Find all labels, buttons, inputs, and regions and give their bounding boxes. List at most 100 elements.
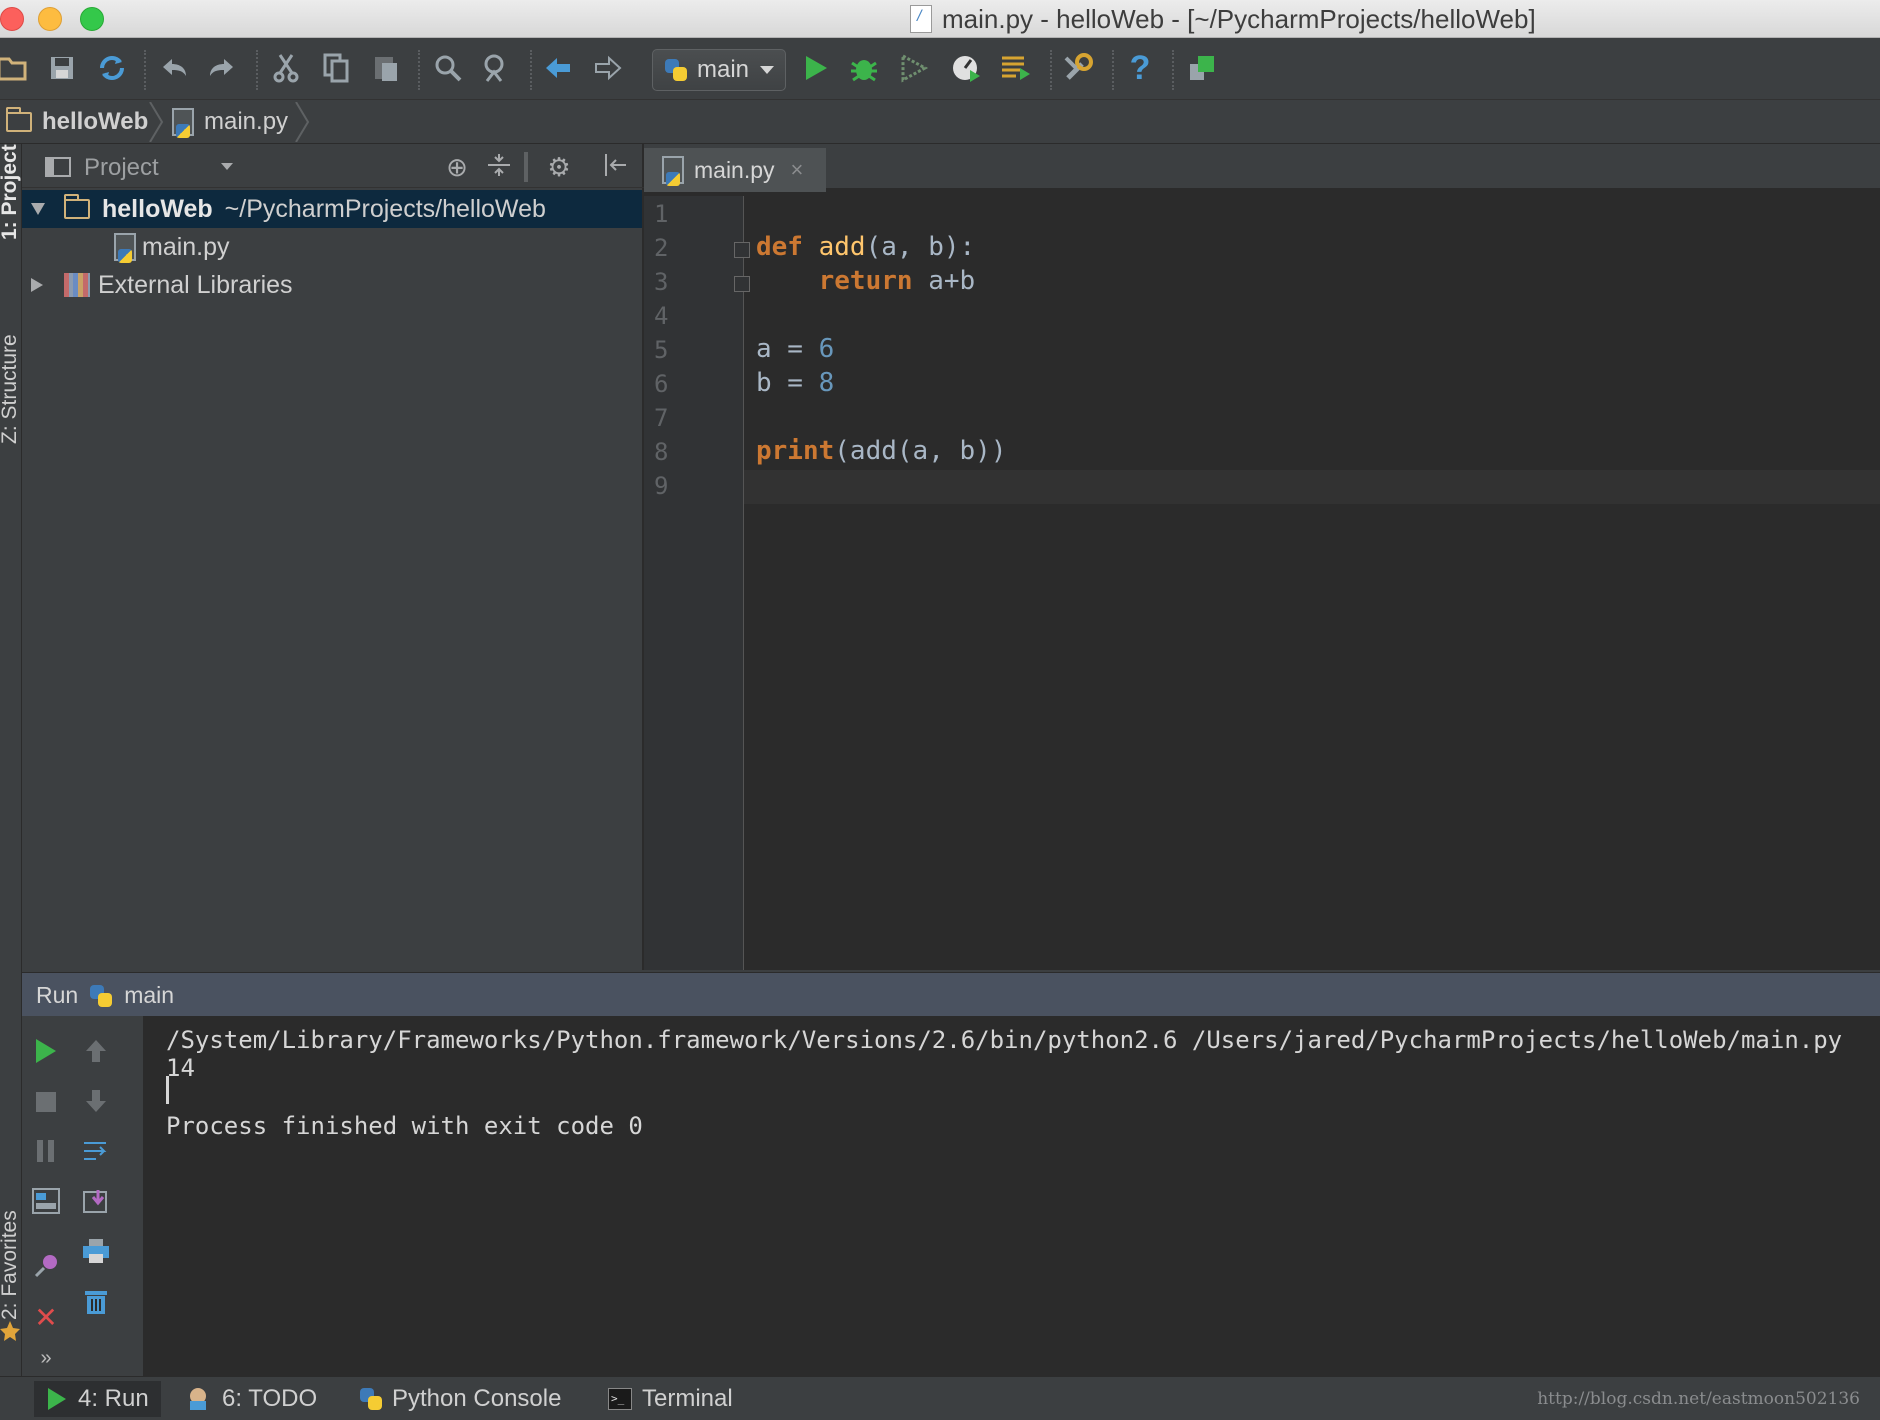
sync-icon[interactable]: [94, 50, 130, 86]
more-icon[interactable]: »: [30, 1342, 62, 1374]
run-tasks-icon[interactable]: [998, 50, 1034, 86]
line-number: 3: [654, 268, 669, 296]
restore-layout-icon[interactable]: [30, 1188, 62, 1220]
tab-terminal[interactable]: >_ Terminal: [608, 1381, 733, 1417]
undo-icon[interactable]: [156, 50, 192, 86]
cut-icon[interactable]: [268, 50, 304, 86]
code-line: def add(a, b):: [756, 232, 976, 262]
minimize-window-button[interactable]: [38, 7, 62, 31]
line-number: 6: [654, 370, 669, 398]
console-line-output: 14: [166, 1054, 195, 1082]
pin-icon[interactable]: [30, 1252, 62, 1284]
watermark: http://blog.csdn.net/eastmoon502136: [1537, 1389, 1860, 1409]
settings-icon[interactable]: [1060, 50, 1096, 86]
scroll-to-end-icon[interactable]: [80, 1188, 112, 1220]
close-icon[interactable]: ✕: [30, 1302, 62, 1334]
tree-item-external-libraries[interactable]: External Libraries: [22, 266, 642, 304]
close-tab-icon[interactable]: ×: [791, 157, 804, 183]
python-file-icon: [172, 108, 194, 138]
tree-root-name: helloWeb: [102, 194, 213, 223]
line-number: 5: [654, 336, 669, 364]
expand-arrow-icon[interactable]: [30, 202, 46, 216]
run-panel-header: Run main: [22, 972, 1880, 1016]
python-file-icon: [662, 156, 684, 186]
collapse-all-icon[interactable]: [484, 152, 514, 182]
toolbar-separator: [524, 152, 528, 182]
forward-icon[interactable]: [590, 50, 626, 86]
chevron-down-icon[interactable]: [220, 162, 234, 172]
maximize-window-button[interactable]: [80, 7, 104, 31]
fold-marker-icon[interactable]: [734, 242, 750, 258]
tool-window-bar: 4: Run 6: TODO Python Console >_ Termina…: [0, 1376, 1880, 1420]
close-window-button[interactable]: [0, 7, 24, 31]
expand-arrow-icon[interactable]: [30, 277, 44, 293]
tab-project-vertical[interactable]: 1: Project: [0, 144, 22, 240]
run-config-name: main: [124, 982, 175, 1008]
python-icon: [90, 984, 113, 1007]
line-number: 1: [654, 200, 669, 228]
toolbar-separator: [1050, 50, 1052, 90]
breadcrumb-project[interactable]: helloWeb: [6, 106, 148, 138]
debug-icon[interactable]: [846, 50, 882, 86]
vcs-icon[interactable]: [1184, 50, 1220, 86]
hide-panel-icon[interactable]: [600, 152, 630, 182]
console-line-exit: Process finished with exit code 0: [166, 1112, 643, 1140]
breadcrumb-project-label: helloWeb: [42, 108, 149, 135]
line-number: 9: [654, 472, 669, 500]
soft-wrap-icon[interactable]: [80, 1138, 112, 1170]
code-area[interactable]: def add(a, b): return a+b a = 6 b = 8 pr…: [756, 196, 1880, 970]
tree-item-root[interactable]: helloWeb ~/PycharmProjects/helloWeb: [22, 190, 642, 228]
up-arrow-icon[interactable]: [80, 1038, 112, 1070]
tree-item-main-py[interactable]: main.py: [22, 228, 642, 266]
tab-python-console-label: Python Console: [392, 1385, 562, 1412]
redo-icon[interactable]: [204, 50, 240, 86]
project-panel-header: Project ⊕ ⚙: [22, 144, 644, 188]
terminal-icon: >_: [608, 1388, 632, 1410]
console-output[interactable]: /System/Library/Frameworks/Python.framew…: [144, 1016, 1880, 1376]
replace-icon[interactable]: [478, 50, 514, 86]
line-number: 2: [654, 234, 669, 262]
tab-python-console[interactable]: Python Console: [360, 1381, 561, 1417]
line-number-gutter: 1 2 3 4 5 6 7 8 9: [644, 196, 750, 970]
run-icon: [48, 1388, 66, 1410]
profile-icon[interactable]: [948, 50, 984, 86]
project-view-selector[interactable]: Project: [84, 154, 159, 182]
breadcrumb-separator-icon: [295, 102, 310, 142]
run-panel-title: Run main: [36, 982, 174, 1009]
star-icon: [0, 1321, 20, 1341]
locate-icon[interactable]: ⊕: [442, 152, 472, 182]
breadcrumb-separator-icon: [149, 102, 164, 142]
tab-main-py[interactable]: main.py ×: [644, 148, 826, 192]
tab-favorites-vertical[interactable]: 2: Favorites: [0, 1210, 22, 1320]
library-icon: [64, 273, 90, 297]
paste-icon[interactable]: [368, 50, 404, 86]
copy-icon[interactable]: [318, 50, 354, 86]
tab-structure-vertical[interactable]: Z: Structure: [0, 334, 22, 444]
folder-icon: [6, 107, 32, 132]
fold-marker-icon[interactable]: [734, 276, 750, 292]
project-panel: Project ⊕ ⚙ helloWeb ~/PycharmProjects/h…: [22, 144, 644, 970]
stop-icon[interactable]: [30, 1088, 62, 1120]
line-number: 7: [654, 404, 669, 432]
line-number: 4: [654, 302, 669, 330]
help-icon[interactable]: ?: [1122, 50, 1158, 86]
rerun-icon[interactable]: [30, 1038, 62, 1070]
save-icon[interactable]: [44, 50, 80, 86]
tab-run[interactable]: 4: Run: [34, 1381, 161, 1417]
python-icon: [665, 59, 687, 81]
toolbar-separator: [1112, 50, 1114, 90]
run-icon[interactable]: [798, 50, 834, 86]
coverage-icon[interactable]: [896, 50, 932, 86]
print-icon[interactable]: [80, 1238, 112, 1270]
down-arrow-icon[interactable]: [80, 1088, 112, 1120]
run-configuration-dropdown[interactable]: main: [652, 49, 786, 91]
back-icon[interactable]: [540, 50, 576, 86]
open-folder-icon[interactable]: [0, 50, 30, 86]
tab-todo[interactable]: 6: TODO: [186, 1381, 317, 1417]
run-panel-toolbar: ✕ »: [22, 1016, 144, 1376]
breadcrumb-file[interactable]: main.py: [172, 106, 288, 138]
pause-icon[interactable]: [30, 1138, 62, 1170]
trash-icon[interactable]: [80, 1288, 112, 1320]
gear-icon[interactable]: ⚙: [544, 152, 574, 182]
find-icon[interactable]: [430, 50, 466, 86]
